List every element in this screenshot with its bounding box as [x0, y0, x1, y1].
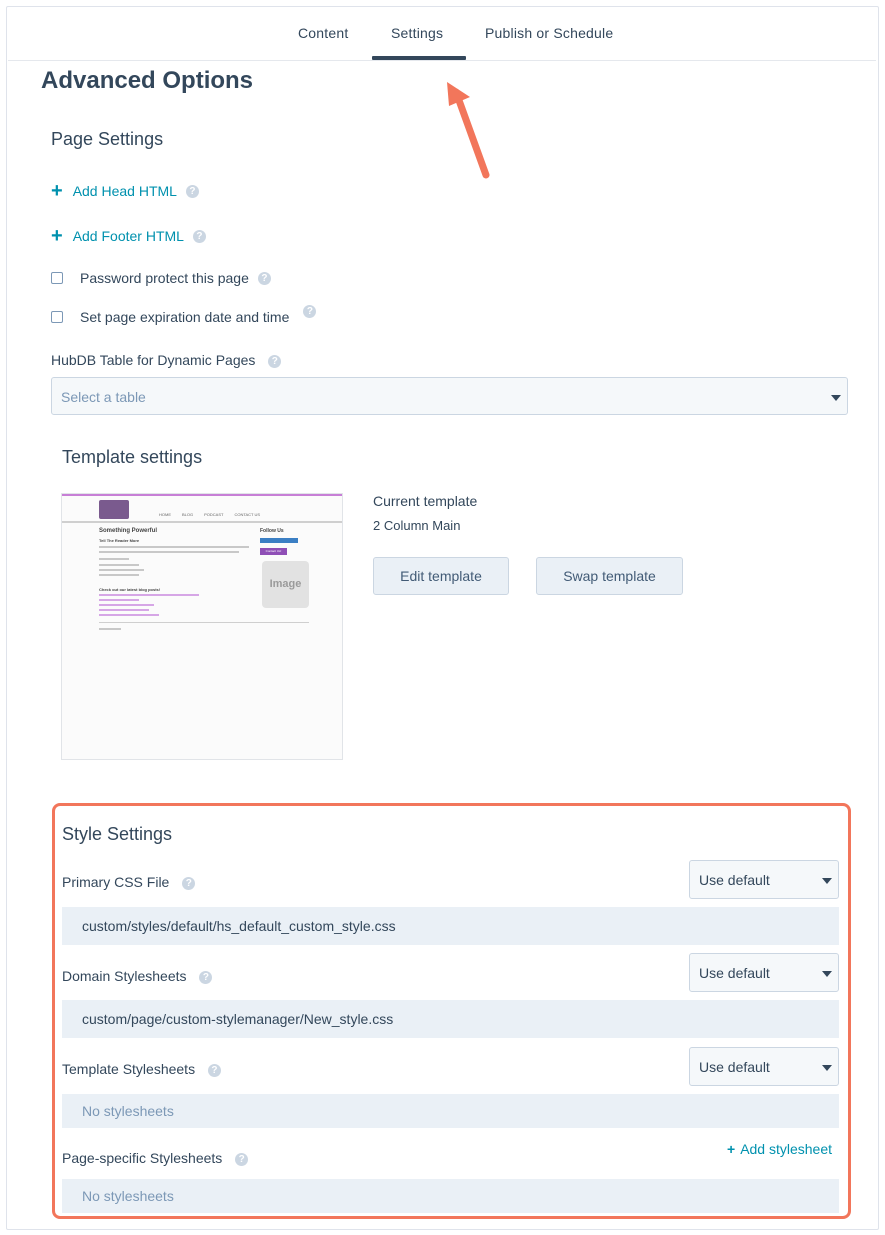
plus-icon: + [51, 180, 63, 202]
template-stylesheets-label-row: Template Stylesheets ? [62, 1061, 221, 1077]
template-settings-heading: Template settings [62, 447, 203, 467]
caret-down-icon [822, 1065, 832, 1071]
tab-settings[interactable]: Settings [391, 25, 443, 41]
page-title: Advanced Options [41, 67, 254, 94]
help-icon[interactable]: ? [268, 354, 282, 368]
domain-stylesheets-path: custom/page/custom-stylemanager/New_styl… [62, 1000, 839, 1038]
add-head-html-label: Add Head HTML [72, 183, 177, 199]
preview-subheading: Tell The Reader More [99, 538, 140, 543]
current-template-label: Current template [373, 493, 478, 509]
help-icon[interactable]: ? [257, 271, 271, 285]
page-settings-heading: Page Settings [51, 129, 164, 149]
primary-css-label-row: Primary CSS File ? [62, 874, 196, 890]
hubdb-label: HubDB Table for Dynamic Pages [51, 352, 256, 368]
plus-icon: + [727, 1141, 736, 1157]
caret-down-icon [831, 395, 841, 401]
add-head-html-link[interactable]: + Add Head HTML ? [51, 181, 199, 201]
preview-nav-item: BLOG [182, 512, 194, 517]
preview-blog-heading: Check out our latest blog posts! [99, 587, 161, 592]
template-stylesheets-empty: No stylesheets [62, 1094, 839, 1128]
domain-stylesheets-select-value: Use default [699, 965, 770, 981]
add-footer-html-label: Add Footer HTML [72, 228, 184, 244]
help-icon[interactable]: ? [235, 1152, 249, 1166]
plus-icon: + [51, 225, 63, 247]
help-icon[interactable]: ? [199, 970, 213, 984]
domain-stylesheets-path-text: custom/page/custom-stylemanager/New_styl… [82, 1011, 394, 1027]
primary-css-select[interactable]: Use default [689, 860, 839, 899]
swap-template-button[interactable]: Swap template [536, 557, 683, 595]
preview-follow: Follow Us [260, 528, 284, 534]
template-preview-thumbnail: HOME BLOG PODCAST CONTACT US Something P… [61, 493, 343, 760]
tab-bar: Content Settings Publish or Schedule [8, 8, 876, 61]
password-protect-label: Password protect this page [80, 270, 249, 286]
preview-contact-button: Contact Us! [260, 548, 287, 555]
hubdb-label-row: HubDB Table for Dynamic Pages ? [51, 352, 282, 368]
add-stylesheet-label: Add stylesheet [740, 1141, 833, 1157]
preview-nav-item: HOME [159, 512, 171, 517]
page-specific-empty: No stylesheets [62, 1179, 839, 1213]
expiration-checkbox[interactable] [51, 311, 63, 323]
edit-template-button[interactable]: Edit template [373, 557, 509, 595]
template-stylesheets-select-value: Use default [699, 1059, 770, 1075]
domain-stylesheets-label-row: Domain Stylesheets ? [62, 968, 213, 984]
help-icon[interactable]: ? [303, 304, 317, 318]
add-stylesheet-link[interactable]: + Add stylesheet [727, 1141, 832, 1157]
password-protect-checkbox[interactable] [51, 272, 63, 284]
password-protect-row: Password protect this page ? [51, 270, 271, 286]
page-specific-empty-text: No stylesheets [82, 1188, 174, 1204]
hubdb-table-placeholder: Select a table [61, 389, 146, 405]
style-settings-heading: Style Settings [62, 824, 173, 844]
template-stylesheets-label: Template Stylesheets [62, 1061, 196, 1077]
arrow-annotation-icon [447, 82, 490, 179]
hubdb-table-select[interactable]: Select a table [51, 377, 848, 415]
add-footer-html-link[interactable]: + Add Footer HTML ? [51, 226, 206, 246]
expiration-label: Set page expiration date and time [80, 309, 290, 325]
caret-down-icon [822, 878, 832, 884]
primary-css-path-text: custom/styles/default/hs_default_custom_… [82, 918, 396, 934]
help-icon[interactable]: ? [207, 1063, 221, 1077]
page-specific-label-row: Page-specific Stylesheets ? [62, 1150, 249, 1166]
primary-css-select-value: Use default [699, 872, 770, 888]
primary-css-path: custom/styles/default/hs_default_custom_… [62, 907, 839, 945]
domain-stylesheets-label: Domain Stylesheets [62, 968, 187, 984]
template-stylesheets-empty-text: No stylesheets [82, 1103, 174, 1119]
help-icon[interactable]: ? [182, 876, 196, 890]
preview-nav-item: PODCAST [204, 512, 224, 517]
preview-heading: Something Powerful [99, 528, 158, 534]
tab-publish[interactable]: Publish or Schedule [485, 25, 613, 41]
primary-css-label: Primary CSS File [62, 874, 170, 890]
preview-logo [99, 500, 129, 519]
preview-nav-item: CONTACT US [234, 512, 261, 517]
domain-stylesheets-select[interactable]: Use default [689, 953, 839, 992]
page-specific-label: Page-specific Stylesheets [62, 1150, 223, 1166]
expiration-row: Set page expiration date and time ? [51, 304, 317, 325]
preview-nav: HOME BLOG PODCAST CONTACT US [159, 512, 260, 517]
current-template-value: 2 Column Main [373, 518, 461, 533]
tab-content[interactable]: Content [298, 25, 348, 41]
help-icon[interactable]: ? [185, 184, 199, 198]
preview-image-placeholder: Image [262, 561, 309, 608]
template-stylesheets-select[interactable]: Use default [689, 1047, 839, 1086]
active-tab-indicator [372, 56, 466, 60]
caret-down-icon [822, 971, 832, 977]
help-icon[interactable]: ? [192, 229, 206, 243]
